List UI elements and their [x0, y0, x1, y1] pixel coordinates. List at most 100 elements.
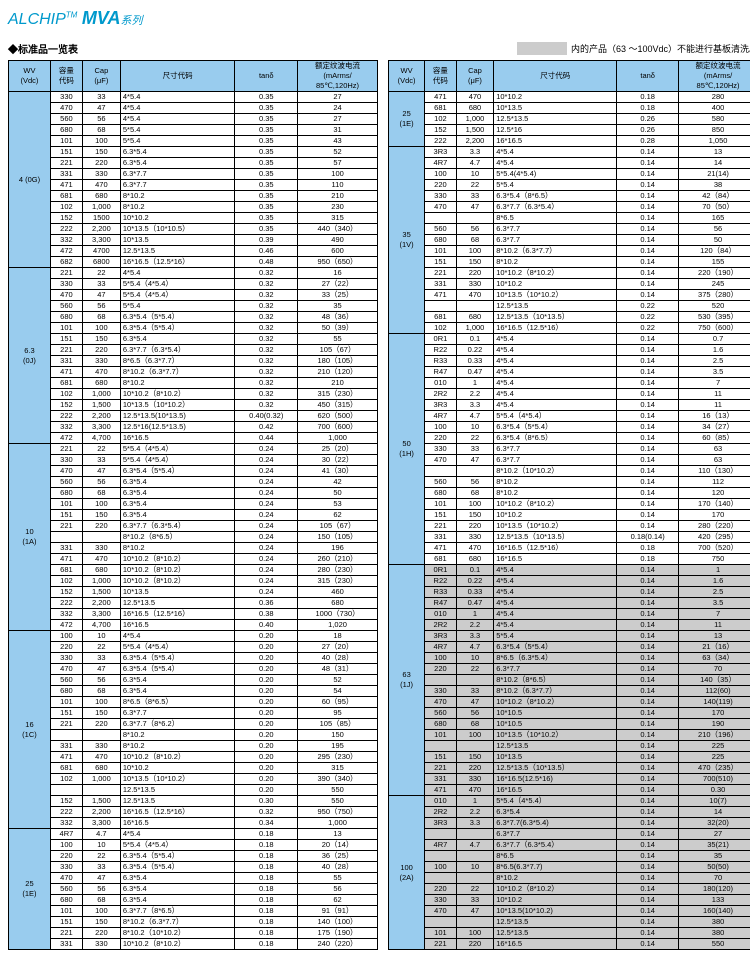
data-cell: 330: [82, 939, 120, 950]
data-cell: 470: [456, 543, 494, 554]
data-cell: 680: [425, 235, 457, 246]
data-cell: 50（39）: [298, 323, 378, 334]
data-cell: 8*10.2（10*10.2）: [120, 928, 235, 939]
data-cell: 1,000: [456, 114, 494, 125]
data-cell: 100: [425, 653, 457, 664]
data-cell: 1.6: [679, 345, 750, 356]
data-cell: 330: [82, 741, 120, 752]
data-cell: 6800: [82, 257, 120, 268]
data-cell: 680: [456, 554, 494, 565]
data-cell: 8*6.5（6.3*5.4）: [494, 653, 617, 664]
data-cell: 420（295）: [679, 532, 750, 543]
data-cell: 30（22）: [298, 455, 378, 466]
data-cell: 330: [456, 279, 494, 290]
data-cell: 0.24: [235, 455, 298, 466]
data-cell: 332: [50, 609, 82, 620]
data-cell: 0.14: [617, 807, 679, 818]
data-cell: 10*13.5（10*10.2）: [494, 521, 617, 532]
data-cell: 1,000: [82, 774, 120, 785]
table-row: 1021,00010*13.5（10*10.2）0.20390（340）: [9, 774, 378, 785]
table-row: 6816808*10.20.32210: [9, 378, 378, 389]
data-cell: 105（67）: [298, 345, 378, 356]
table-row: R470.474*5.40.143.5: [389, 598, 750, 609]
data-cell: 5*5.4（4*5.4）: [120, 455, 235, 466]
data-cell: 0.14: [617, 609, 679, 620]
data-cell: 33: [456, 191, 494, 202]
data-cell: [456, 851, 494, 862]
data-cell: 0.14: [617, 455, 679, 466]
data-cell: 42: [298, 477, 378, 488]
data-cell: 0.14: [617, 873, 679, 884]
data-cell: 151: [425, 510, 457, 521]
wv-cell: 10(1A): [9, 444, 51, 631]
wv-cell: 16(1C): [9, 631, 51, 829]
data-cell: 560: [425, 708, 457, 719]
data-cell: 10*13.5: [120, 587, 235, 598]
data-cell: 50: [298, 488, 378, 499]
data-cell: 3R3: [425, 818, 457, 829]
data-cell: 4*5.4: [120, 92, 235, 103]
data-cell: 4*5.4: [494, 587, 617, 598]
data-cell: 151: [50, 147, 82, 158]
data-cell: 472: [50, 246, 82, 257]
table-row: 10110012.5*13.50.14380: [389, 928, 750, 939]
table-row: 22122010*13.5（10*10.2）0.14280（220）: [389, 521, 750, 532]
data-cell: 150: [82, 917, 120, 928]
data-cell: 295（230）: [298, 752, 378, 763]
data-cell: 56: [82, 301, 120, 312]
data-cell: 56: [456, 477, 494, 488]
data-cell: 221: [50, 521, 82, 532]
table-row: 4714706.3*7.70.35110: [9, 180, 378, 191]
data-cell: 10*10.2（8*10.2）: [494, 884, 617, 895]
table-row: 470476.3*5.40.1855: [9, 873, 378, 884]
data-cell: 14: [679, 158, 750, 169]
data-cell: 380: [679, 928, 750, 939]
data-cell: 10: [456, 862, 494, 873]
data-cell: 120（84）: [679, 246, 750, 257]
data-cell: 112(60): [679, 686, 750, 697]
table-row: 47147010*10.2（8*10.2）0.20295（230）: [9, 752, 378, 763]
data-cell: 2.2: [456, 807, 494, 818]
data-cell: 0.24: [235, 554, 298, 565]
data-cell: 150: [298, 730, 378, 741]
data-cell: 0.18: [617, 543, 679, 554]
data-cell: 0.14: [617, 598, 679, 609]
data-cell: 0.18(0.14): [617, 532, 679, 543]
data-cell: 0.14: [617, 389, 679, 400]
data-cell: 101: [50, 906, 82, 917]
title: ALCHIPTM MVA系列: [8, 8, 750, 29]
data-cell: 460: [298, 587, 378, 598]
data-cell: 31: [298, 125, 378, 136]
data-cell: 0.18: [235, 862, 298, 873]
data-cell: 6.3*7.7（8*6.5）: [120, 906, 235, 917]
table-row: 1011008*10.2（6.3*7.7）0.14120（84）: [389, 246, 750, 257]
data-cell: 950（650）: [298, 257, 378, 268]
data-cell: 70: [679, 664, 750, 675]
data-cell: 315: [298, 213, 378, 224]
data-cell: 1: [456, 609, 494, 620]
data-cell: 700（600）: [298, 422, 378, 433]
data-cell: 470: [456, 92, 494, 103]
data-cell: 6.3*5.4: [494, 807, 617, 818]
table-row: 4R74.75*5.4（4*5.4）0.1416（13）: [389, 411, 750, 422]
data-cell: 68: [456, 488, 494, 499]
data-cell: 0.14: [617, 675, 679, 686]
data-cell: 27（22）: [298, 279, 378, 290]
data-cell: 2,200: [82, 411, 120, 422]
table-row: 680686.3*5.40.1862: [9, 895, 378, 906]
data-cell: 16: [298, 268, 378, 279]
data-cell: 0.28: [617, 136, 679, 147]
data-cell: 16*16.5（12.5*16）: [494, 323, 617, 334]
data-cell: [456, 873, 494, 884]
data-cell: 2,200: [82, 224, 120, 235]
data-cell: 47: [82, 664, 120, 675]
table-row: 470476.3*7.7（6.3*5.4）0.1470（50）: [389, 202, 750, 213]
data-cell: 450（315）: [298, 400, 378, 411]
table-row: 68168010*10.2（8*10.2）0.24280（230）: [9, 565, 378, 576]
data-cell: 220: [456, 763, 494, 774]
right-col: WV(Vdc)容量代码Cap(μF)尺寸代码tanδ额定纹波电流(mArms/8…: [388, 60, 750, 950]
table-row: 1511506.3*5.40.3255: [9, 334, 378, 345]
data-cell: 140（35）: [679, 675, 750, 686]
data-cell: 0.14: [617, 378, 679, 389]
data-cell: 6.3*5.4: [120, 477, 235, 488]
